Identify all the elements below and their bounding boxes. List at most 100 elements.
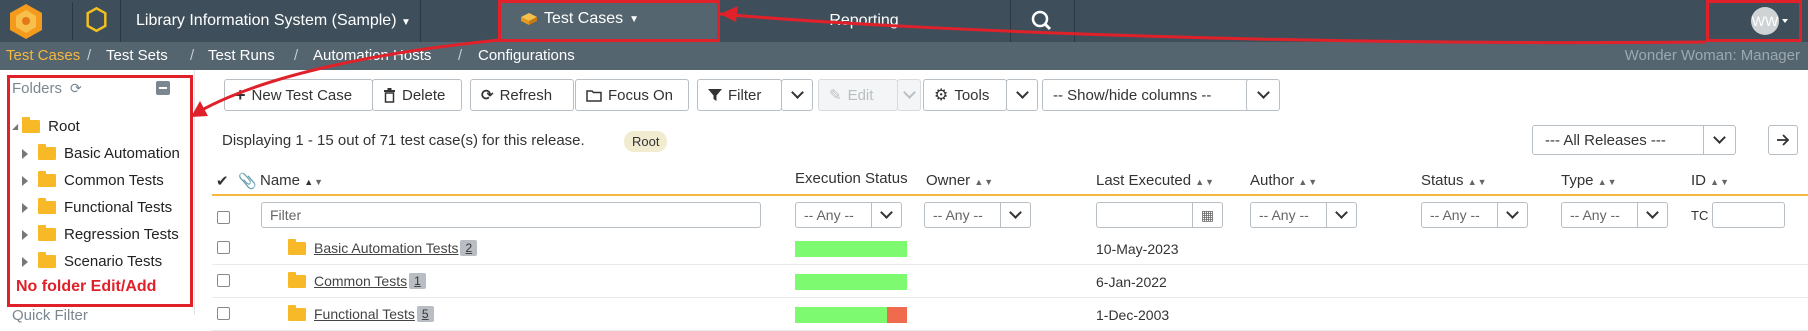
row-checkbox[interactable] (217, 307, 230, 320)
filter-label: Filter (728, 86, 762, 104)
last-executed-date: 6-Jan-2022 (1096, 274, 1167, 290)
folder-icon (288, 304, 306, 321)
column-header-owner[interactable]: Owner ▲▼ (926, 172, 994, 189)
id-filter-input[interactable] (1712, 202, 1785, 228)
chevron-down-icon (1015, 86, 1029, 99)
search-icon[interactable] (1012, 0, 1072, 42)
calendar-icon[interactable]: ▦ (1192, 203, 1222, 227)
execution-status-fail-segment (886, 307, 907, 323)
filter-dropdown-button[interactable] (781, 79, 813, 111)
column-header-author[interactable]: Author ▲▼ (1250, 172, 1318, 189)
project-name: Library Information System (Sample) (136, 12, 397, 29)
sort-arrows-icon[interactable]: ▲▼ (1468, 177, 1488, 187)
current-user-role: Wonder Woman: Manager (1624, 47, 1800, 64)
column-header-status[interactable]: Status ▲▼ (1421, 172, 1488, 189)
new-test-case-button[interactable]: + New Test Case (224, 79, 373, 111)
tools-dropdown-button[interactable] (1006, 79, 1038, 111)
row-checkbox[interactable] (217, 241, 230, 254)
release-select[interactable]: --- All Releases --- (1532, 125, 1736, 155)
sort-arrows-icon[interactable]: ▲▼ (974, 177, 994, 187)
row-name: Basic Automation Tests (314, 240, 459, 256)
child-count-badge: 1 (409, 273, 426, 289)
column-label: Owner (926, 172, 971, 189)
child-count-badge: 5 (416, 306, 434, 322)
refresh-button[interactable]: ⟳ Refresh (470, 79, 574, 111)
breadcrumb: Test Cases / Test Sets / Test Runs / Aut… (0, 42, 1808, 70)
execution-status-filter[interactable]: -- Any -- (795, 202, 902, 228)
status-filter[interactable]: -- Any -- (1421, 202, 1528, 228)
spiratest-logo-icon[interactable] (6, 2, 46, 40)
breadcrumb-automation-hosts[interactable]: Automation Hosts (313, 47, 431, 64)
hexagon-menu-icon[interactable] (72, 2, 120, 40)
last-executed-date: 1-Dec-2003 (1096, 307, 1170, 323)
refresh-label: Refresh (499, 86, 553, 104)
column-header-last-executed[interactable]: Last Executed ▲▼ (1096, 172, 1215, 189)
column-header-type[interactable]: Type ▲▼ (1561, 172, 1618, 189)
divider (1010, 0, 1011, 42)
edit-dropdown-button[interactable] (897, 79, 921, 111)
breadcrumb-test-cases[interactable]: Test Cases (6, 47, 80, 64)
release-go-button[interactable] (1768, 125, 1798, 155)
last-executed-filter[interactable]: ▦ (1096, 202, 1223, 228)
refresh-icon: ⟳ (481, 87, 494, 104)
attachment-icon: 📎 (238, 173, 257, 190)
arrow-right-icon (1777, 134, 1790, 146)
project-selector[interactable]: Library Information System (Sample) ▼ (136, 0, 411, 42)
filter-button[interactable]: Filter (697, 79, 782, 111)
author-filter[interactable]: -- Any -- (1250, 202, 1357, 228)
focus-on-button[interactable]: Focus On (575, 79, 689, 111)
tools-label: Tools (954, 86, 990, 104)
type-filter[interactable]: -- Any -- (1561, 202, 1668, 228)
focus-on-label: Focus On (608, 86, 674, 104)
sort-arrows-icon[interactable]: ▲▼ (1298, 177, 1318, 187)
owner-filter[interactable]: -- Any -- (924, 202, 1031, 228)
table-row[interactable]: Basic Automation Tests 2 10-May-2023 (212, 232, 1808, 265)
delete-label: Delete (402, 86, 446, 104)
annotation-box-test-cases-tab (498, 0, 720, 42)
show-hide-columns-select[interactable]: -- Show/hide columns -- (1042, 79, 1259, 111)
row-name: Functional Tests (314, 306, 415, 322)
table-row[interactable]: Common Tests 1 6-Jan-2022 (212, 265, 1808, 298)
child-count-badge: 2 (460, 240, 478, 256)
column-label: Last Executed (1096, 172, 1192, 189)
column-header-id[interactable]: ID ▲▼ (1691, 172, 1730, 189)
sort-arrows-icon[interactable]: ▲▼ (1598, 177, 1618, 187)
column-header-name[interactable]: Name ▲▼ (260, 172, 324, 189)
select-all-check-icon[interactable]: ✔ (216, 172, 229, 190)
pencil-icon: ✎ (829, 87, 842, 104)
breadcrumb-configurations[interactable]: Configurations (478, 47, 575, 64)
folder-icon (288, 271, 306, 288)
column-label: Type (1561, 172, 1594, 189)
annotation-box-folders (7, 75, 193, 307)
column-header-execution-status[interactable]: Execution Status (795, 170, 908, 187)
sort-arrows-icon[interactable]: ▲▼ (304, 177, 324, 187)
breadcrumb-test-runs[interactable]: Test Runs (208, 47, 275, 64)
folder-open-icon (586, 89, 602, 102)
grid-header: ✔ 📎 Name ▲▼ Execution Status Owner ▲▼ La… (212, 166, 1808, 196)
edit-button[interactable]: ✎ Edit (818, 79, 898, 111)
column-label: Name (260, 172, 301, 189)
name-filter-input[interactable]: Filter (261, 202, 761, 228)
test-folder-link[interactable]: Common Tests 1 (288, 271, 426, 289)
test-folder-link[interactable]: Functional Tests 5 (288, 304, 434, 322)
divider (420, 0, 421, 42)
tools-button[interactable]: ⚙ Tools (923, 79, 1007, 111)
execution-status-bar (795, 307, 907, 323)
chevron-down-icon (1000, 203, 1030, 227)
breadcrumb-test-sets[interactable]: Test Sets (106, 47, 168, 64)
select-all-checkbox[interactable] (217, 211, 230, 224)
test-folder-link[interactable]: Basic Automation Tests 2 (288, 238, 478, 256)
root-folder-badge[interactable]: Root (624, 131, 668, 152)
column-label: Status (1421, 172, 1464, 189)
column-label: Author (1250, 172, 1295, 189)
tab-reporting[interactable]: Reporting (760, 0, 968, 42)
columns-dropdown-button[interactable] (1246, 79, 1280, 111)
folder-icon (288, 238, 306, 255)
row-checkbox[interactable] (217, 274, 230, 287)
chevron-down-icon (1326, 203, 1356, 227)
quick-filter-panel-title[interactable]: Quick Filter (12, 307, 88, 324)
delete-button[interactable]: Delete (372, 79, 462, 111)
sort-arrows-icon[interactable]: ▲▼ (1195, 177, 1215, 187)
sort-arrows-icon[interactable]: ▲▼ (1710, 177, 1730, 187)
filter-value: -- Any -- (933, 207, 983, 223)
